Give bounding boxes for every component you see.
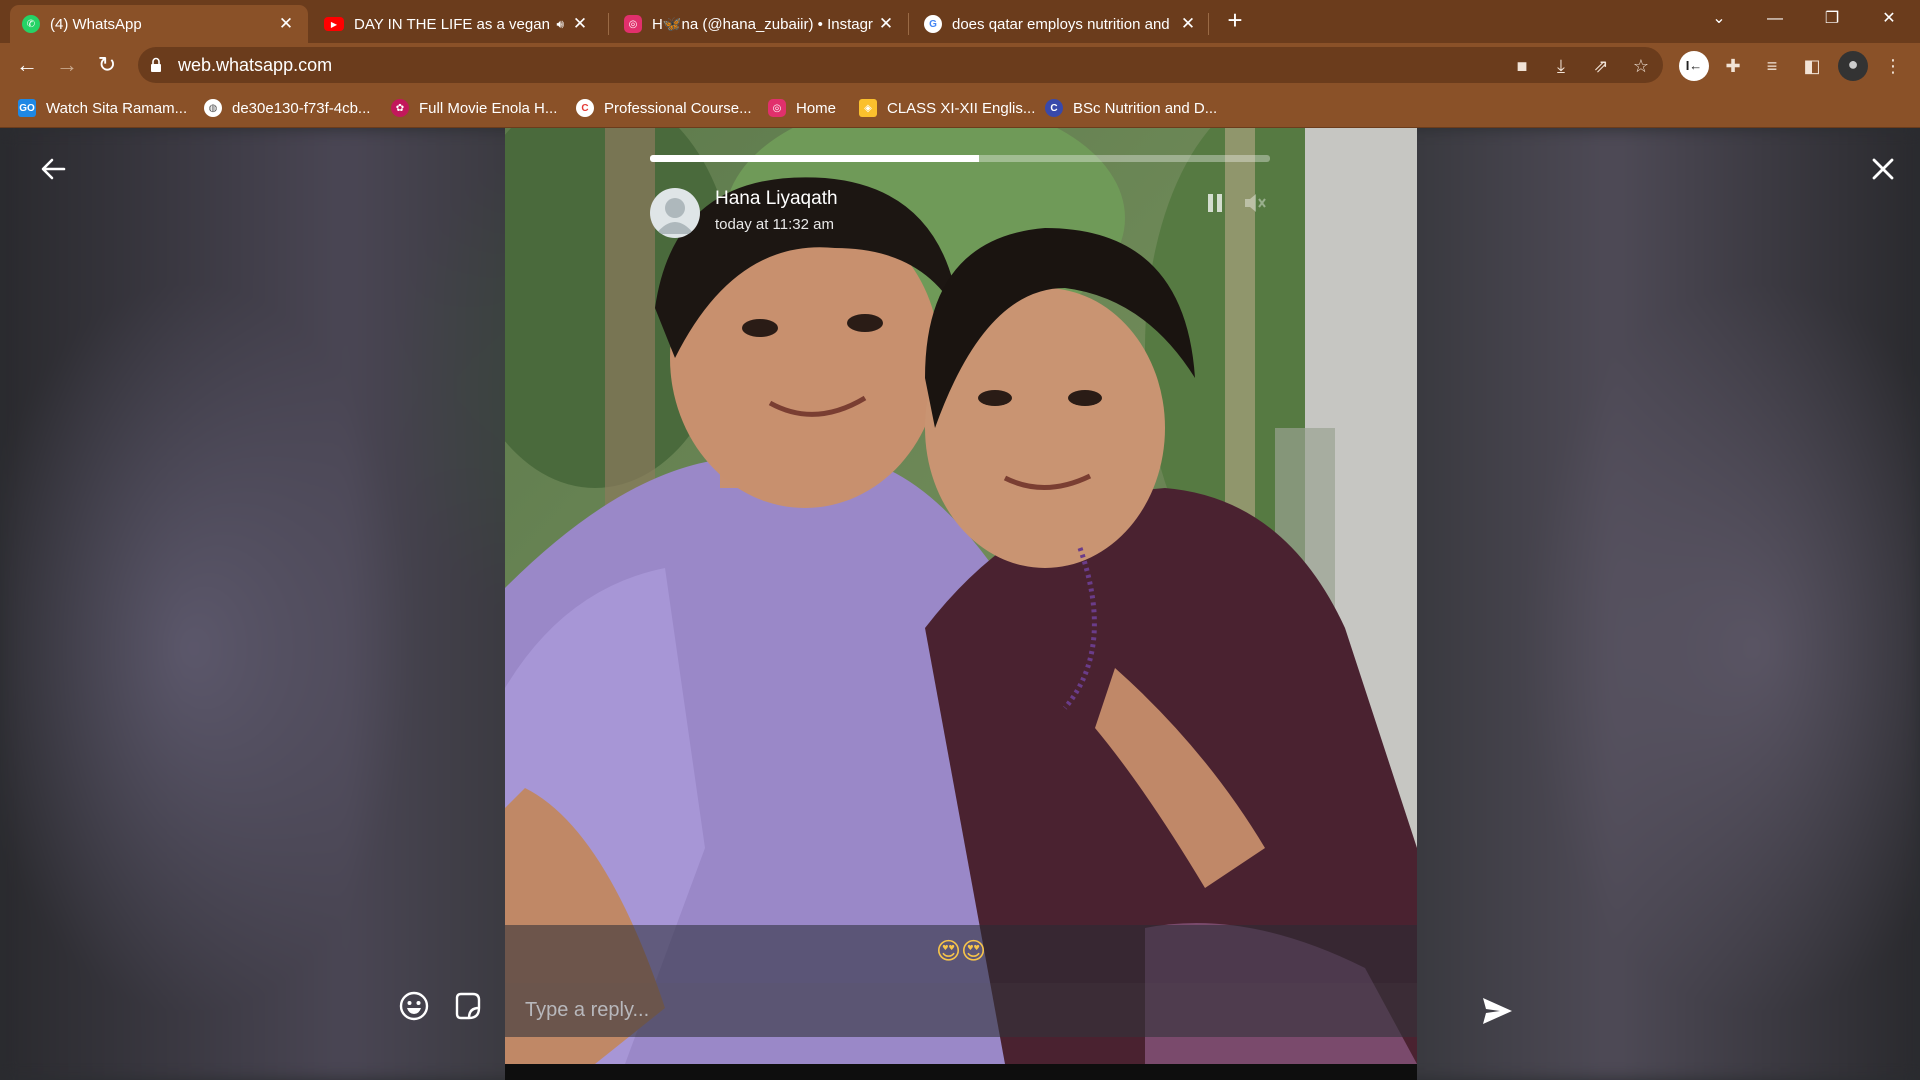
tab-search-icon[interactable]: ⌄ bbox=[1696, 3, 1742, 35]
whatsapp-icon: ✆ bbox=[22, 15, 40, 33]
class-icon: ◈ bbox=[859, 99, 877, 117]
window-close-icon[interactable]: ✕ bbox=[1866, 3, 1912, 35]
avatar[interactable] bbox=[650, 188, 700, 238]
bookmark-label: BSc Nutrition and D... bbox=[1073, 99, 1218, 117]
tab-instagram[interactable]: ◎ H🦋na (@hana_zubaiir) • Instagr ✕ bbox=[612, 5, 908, 43]
bookmark-label: CLASS XI-XII Englis... bbox=[887, 99, 1036, 117]
menu-kebab-icon[interactable]: ⋮ bbox=[1880, 53, 1906, 79]
back-icon[interactable]: ← bbox=[11, 49, 43, 81]
gomovies-icon: GO bbox=[18, 99, 36, 117]
minimize-icon[interactable]: — bbox=[1752, 3, 1798, 35]
back-arrow-icon[interactable] bbox=[38, 154, 68, 184]
instagram-icon: ◎ bbox=[768, 99, 786, 117]
speaker-icon[interactable]: 🔊︎ bbox=[556, 17, 564, 32]
camera-icon[interactable]: ■ bbox=[1509, 53, 1535, 79]
status-timestamp: today at 11:32 am bbox=[715, 216, 834, 233]
status-photo bbox=[505, 128, 1417, 1064]
course-icon: C bbox=[576, 99, 594, 117]
emoji-icon[interactable] bbox=[398, 990, 430, 1022]
letter-c-icon: C bbox=[1045, 99, 1063, 117]
send-icon[interactable] bbox=[1480, 994, 1514, 1028]
tab-youtube[interactable]: ▶ DAY IN THE LIFE as a vegan I 🔊︎ ✕ bbox=[312, 5, 602, 43]
status-progress-fill bbox=[650, 155, 979, 162]
reply-input[interactable] bbox=[525, 991, 1385, 1029]
status-caption-bar: 😍😍 bbox=[505, 925, 1417, 983]
contact-name[interactable]: Hana Liyaqath bbox=[715, 188, 838, 210]
status-caption: 😍😍 bbox=[935, 938, 987, 965]
reply-bar bbox=[505, 983, 1417, 1037]
extensions-puzzle-icon[interactable]: ✚ bbox=[1720, 53, 1746, 79]
reload-icon[interactable]: ↻ bbox=[91, 49, 123, 81]
youtube-icon: ▶ bbox=[324, 17, 344, 31]
close-icon[interactable]: ✕ bbox=[276, 14, 296, 34]
status-photo-illustration bbox=[505, 128, 1417, 1064]
bookmark-item[interactable]: C BSc Nutrition and D... bbox=[1045, 96, 1217, 120]
bookmark-item[interactable]: ◍ de30e130-f73f-4cb... bbox=[204, 96, 370, 120]
close-icon[interactable]: ✕ bbox=[876, 14, 896, 34]
sticker-icon[interactable] bbox=[451, 990, 483, 1022]
bookmark-item[interactable]: C Professional Course... bbox=[576, 96, 752, 120]
browser-toolbar: ← → ↻ web.whatsapp.com ■ ⤓ ⇗ ☆ I← ✚ ≡ ◧ … bbox=[0, 43, 1920, 88]
tab-title: H🦋na (@hana_zubaiir) • Instagr bbox=[652, 16, 873, 33]
browser-tabstrip: ✆ (4) WhatsApp ✕ ▶ DAY IN THE LIFE as a … bbox=[0, 0, 1920, 43]
film-icon: ✿ bbox=[391, 99, 409, 117]
google-icon: G bbox=[924, 15, 942, 33]
close-icon[interactable] bbox=[1868, 154, 1898, 184]
bookmark-star-icon[interactable]: ☆ bbox=[1628, 53, 1654, 79]
tab-title: DAY IN THE LIFE as a vegan I bbox=[354, 15, 551, 33]
tab-divider bbox=[908, 13, 909, 35]
pause-icon[interactable] bbox=[1202, 190, 1228, 216]
tab-title: does qatar employs nutrition and bbox=[952, 15, 1170, 33]
address-bar[interactable]: web.whatsapp.com bbox=[138, 47, 1663, 83]
default-avatar-icon bbox=[656, 198, 694, 234]
bookmark-label: Full Movie Enola H... bbox=[419, 99, 558, 117]
bookmark-item[interactable]: ◎ Home bbox=[768, 96, 836, 120]
forward-icon[interactable]: → bbox=[51, 49, 83, 81]
close-icon[interactable]: ✕ bbox=[570, 14, 590, 34]
bookmark-label: Home bbox=[796, 99, 837, 117]
bookmark-label: de30e130-f73f-4cb... bbox=[232, 99, 371, 117]
globe-icon: ◍ bbox=[204, 99, 222, 117]
share-icon[interactable]: ⇗ bbox=[1588, 53, 1614, 79]
url-text: web.whatsapp.com bbox=[178, 55, 333, 75]
tab-title: (4) WhatsApp bbox=[50, 15, 142, 33]
bookmark-label: Professional Course... bbox=[604, 99, 752, 117]
tab-divider bbox=[1208, 13, 1209, 35]
status-viewer: Hana Liyaqath today at 11:32 am 😍😍 bbox=[0, 128, 1920, 1080]
mute-icon[interactable] bbox=[1242, 190, 1268, 216]
lock-icon bbox=[151, 57, 161, 72]
media-control-icon[interactable]: ≡ bbox=[1759, 53, 1785, 79]
bookmarks-bar: GO Watch Sita Ramam... ◍ de30e130-f73f-4… bbox=[0, 88, 1920, 128]
photo-bottom-edge bbox=[505, 1064, 1417, 1080]
close-icon[interactable]: ✕ bbox=[1178, 14, 1198, 34]
install-icon[interactable]: ⤓ bbox=[1548, 53, 1574, 79]
bookmark-item[interactable]: ✿ Full Movie Enola H... bbox=[391, 96, 557, 120]
bookmark-item[interactable]: ◈ CLASS XI-XII Englis... bbox=[859, 96, 1035, 120]
bookmark-item[interactable]: GO Watch Sita Ramam... bbox=[18, 96, 187, 120]
restore-icon[interactable]: ❐ bbox=[1809, 3, 1855, 35]
profile-avatar[interactable]: ● bbox=[1838, 51, 1868, 81]
extension-icon[interactable]: I← bbox=[1679, 51, 1709, 81]
tab-divider bbox=[608, 13, 609, 35]
instagram-icon: ◎ bbox=[624, 15, 642, 33]
status-progress-bar bbox=[650, 155, 1270, 162]
bookmark-label: Watch Sita Ramam... bbox=[46, 99, 188, 117]
tab-whatsapp[interactable]: ✆ (4) WhatsApp ✕ bbox=[10, 5, 308, 43]
tab-google-search[interactable]: G does qatar employs nutrition and ✕ bbox=[912, 5, 1210, 43]
new-tab-button[interactable]: + bbox=[1221, 7, 1249, 35]
side-panel-icon[interactable]: ◧ bbox=[1799, 53, 1825, 79]
